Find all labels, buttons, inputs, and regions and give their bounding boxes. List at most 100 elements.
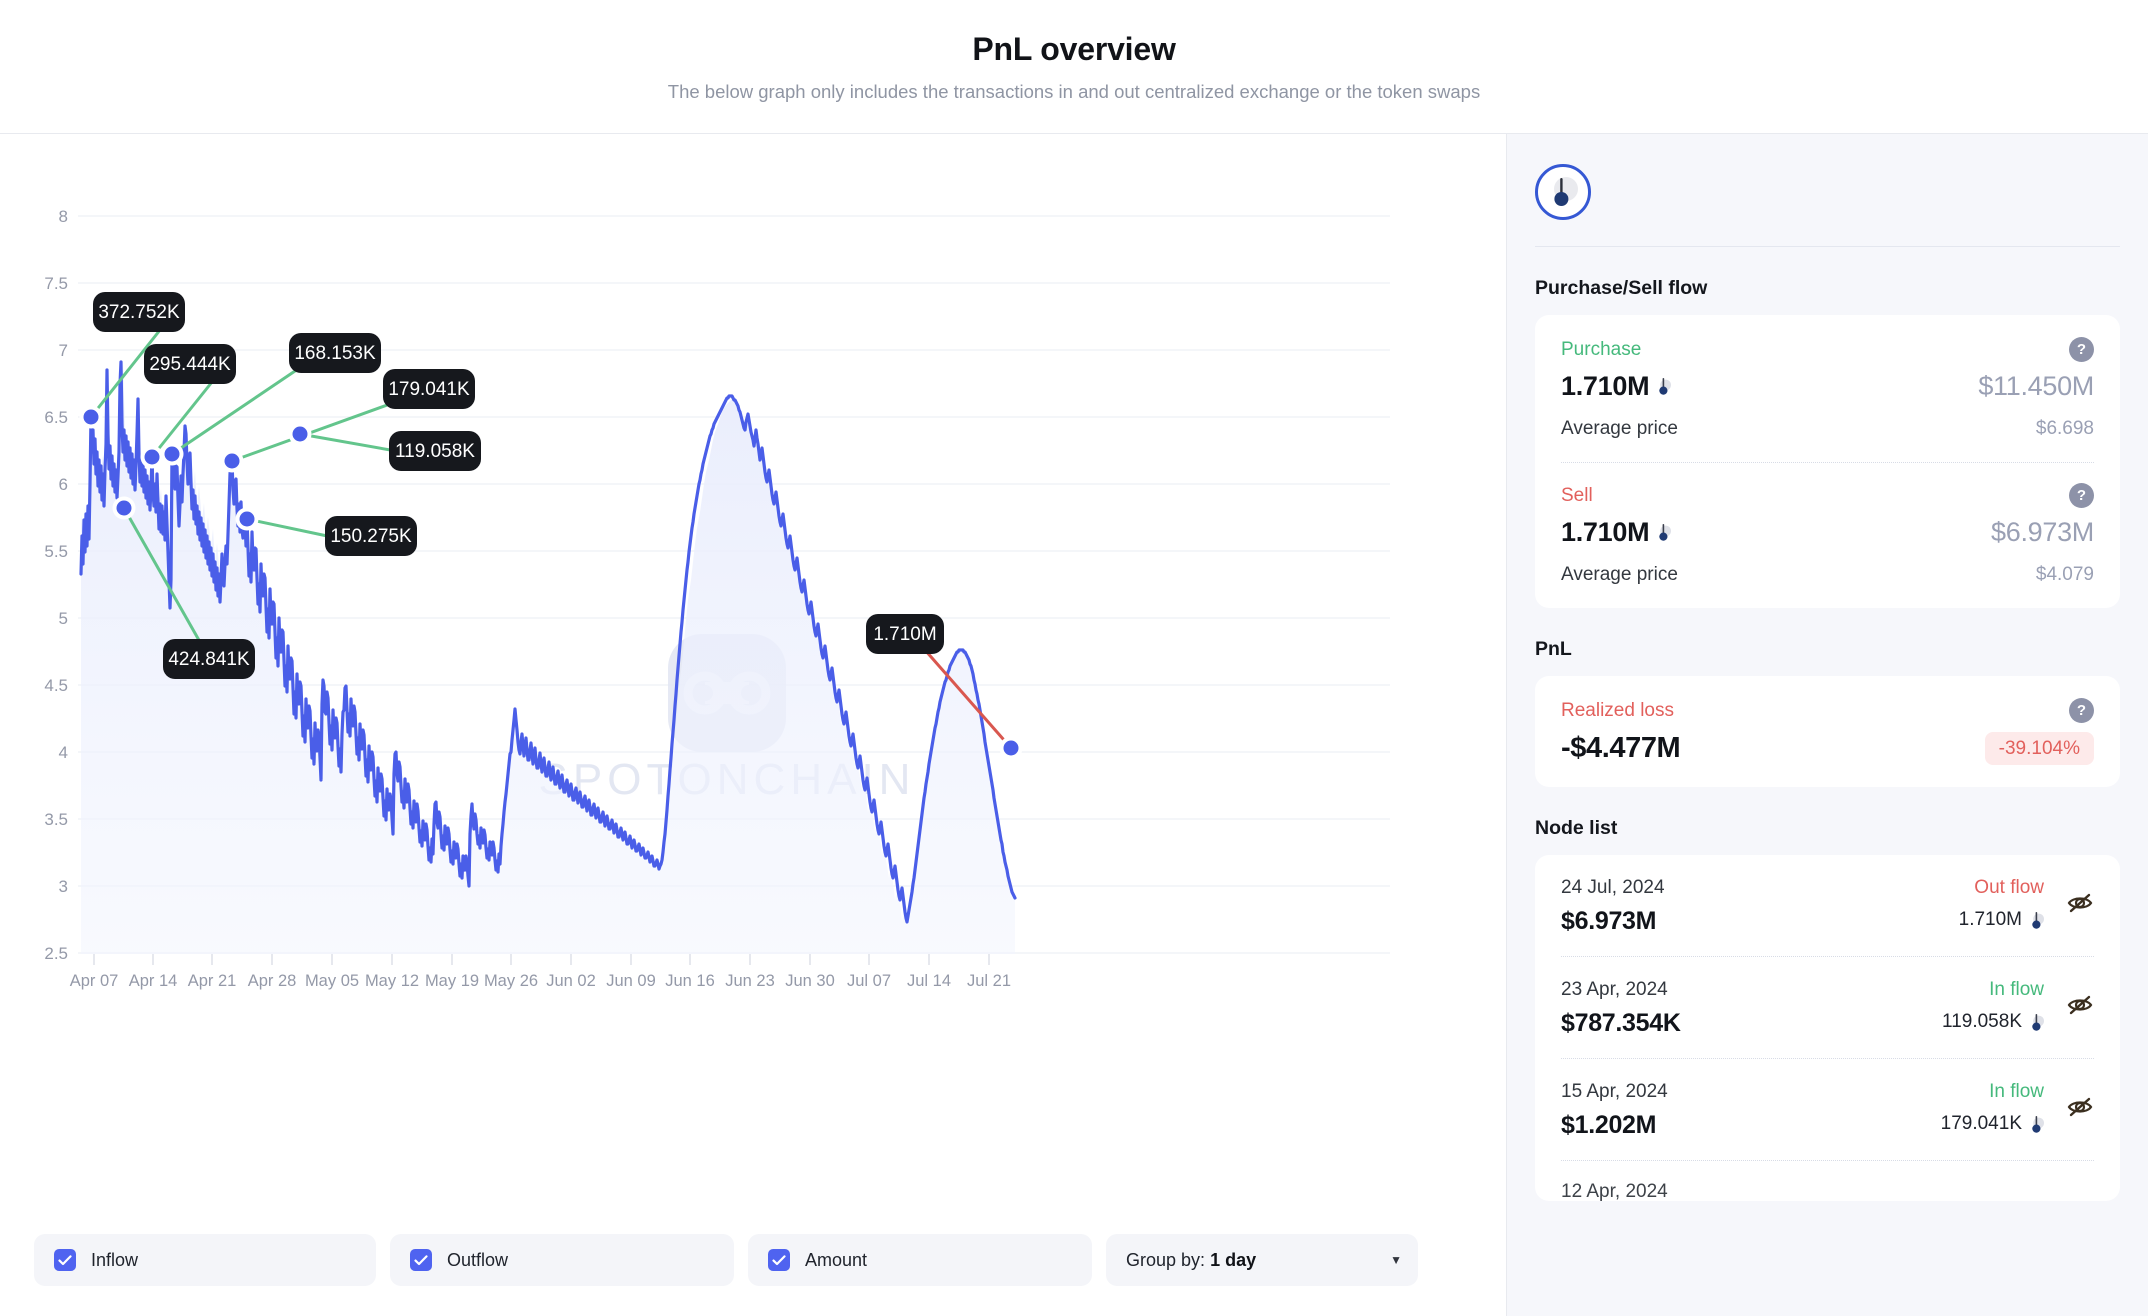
inflow-label: Inflow — [91, 1249, 139, 1270]
group-by-dropdown[interactable]: Group by: 1 day ▼ — [1106, 1234, 1418, 1286]
node-list-title: Node list — [1535, 817, 1618, 839]
purchase-block: Purchase ? 1.710M $11.450M Average price… — [1561, 337, 2094, 440]
inflow-toggle[interactable]: Inflow — [34, 1234, 376, 1286]
realized-loss-percent: -39.104% — [1984, 732, 2094, 765]
node-marker[interactable] — [239, 511, 255, 527]
purchase-help-icon[interactable]: ? — [2069, 337, 2094, 362]
y-tick: 8 — [59, 207, 68, 226]
token-pin-icon — [1554, 177, 1578, 206]
purchase-sell-card: Purchase ? 1.710M $11.450M Average price… — [1535, 315, 2120, 608]
node-list-item[interactable]: 23 Apr, 2024 $787.354K In flow 119.058K — [1561, 957, 2094, 1059]
y-tick: 3 — [59, 877, 68, 896]
callout-119058k[interactable]: 119.058K — [389, 431, 481, 471]
page-title: PnL overview — [972, 31, 1176, 68]
pnl-price-chart[interactable]: 8 7.5 7 6.5 6 5.5 5 4.5 4 3.5 3 2.5 Apr … — [0, 134, 1506, 1220]
pnl-help-icon[interactable]: ? — [2069, 698, 2094, 723]
callout-150275k[interactable]: 150.275K — [325, 516, 417, 556]
node-date: 12 Apr, 2024 — [1561, 1181, 1668, 1201]
sell-avg-label: Average price — [1561, 564, 1678, 585]
check-icon — [772, 1254, 786, 1265]
node-usd: $787.354K — [1561, 1009, 1681, 1037]
x-tick: Jun 16 — [665, 972, 715, 990]
node-marker[interactable] — [116, 500, 132, 516]
x-tick: Jun 09 — [606, 972, 656, 990]
token-pin-icon — [2032, 911, 2044, 929]
x-tick: Jul 14 — [907, 972, 951, 990]
sell-label: Sell — [1561, 484, 1593, 506]
node-list-item[interactable]: 24 Jul, 2024 $6.973M Out flow 1.710M — [1561, 855, 2094, 957]
flow-separator — [1561, 462, 2094, 463]
node-marker[interactable] — [1003, 740, 1019, 756]
y-tick: 7 — [59, 341, 68, 360]
page-header: PnL overview The below graph only includ… — [0, 0, 2148, 134]
node-list-item[interactable]: 15 Apr, 2024 $1.202M In flow 179.041K — [1561, 1059, 2094, 1161]
callout-label: 1.710M — [873, 624, 936, 645]
node-quantity: 1.710M — [1958, 909, 2022, 930]
callout-424841k[interactable]: 424.841K — [163, 639, 255, 679]
node-date: 24 Jul, 2024 — [1561, 877, 1665, 898]
token-pin-icon — [2032, 1013, 2044, 1031]
callout-295444k[interactable]: 295.444K — [144, 344, 236, 384]
callout-label: 119.058K — [395, 441, 475, 462]
pnl-card: Realized loss ? -$4.477M -39.104% — [1535, 676, 2120, 787]
node-marker[interactable] — [144, 449, 160, 465]
chevron-down-icon[interactable]: ▼ — [1390, 1254, 1402, 1266]
node-date: 23 Apr, 2024 — [1561, 979, 1668, 1000]
amount-label: Amount — [805, 1249, 868, 1270]
chart-controls: Inflow Outflow Amount Group by: 1 day ▼ — [0, 1220, 1506, 1316]
amount-checkbox[interactable] — [768, 1249, 790, 1271]
eye-off-icon[interactable] — [2066, 891, 2094, 920]
x-tick: Apr 14 — [129, 972, 178, 990]
y-tick: 5 — [59, 609, 68, 628]
node-marker[interactable] — [83, 409, 99, 425]
check-icon — [58, 1254, 72, 1265]
amount-toggle[interactable]: Amount — [748, 1234, 1092, 1286]
node-marker[interactable] — [224, 453, 240, 469]
x-tick: Apr 28 — [248, 972, 297, 990]
x-tick: Jun 30 — [785, 972, 835, 990]
token-icon-row — [1535, 164, 2120, 246]
outflow-toggle[interactable]: Outflow — [390, 1234, 734, 1286]
token-pin-icon — [1659, 524, 1672, 541]
callout-1710m[interactable]: 1.710M — [866, 614, 944, 654]
sell-usd: $6.973M — [1991, 517, 2094, 547]
chart-panel: 8 7.5 7 6.5 6 5.5 5 4.5 4 3.5 3 2.5 Apr … — [0, 134, 1506, 1316]
check-icon — [414, 1254, 428, 1265]
x-tick: Jul 21 — [967, 972, 1011, 990]
purchase-usd: $11.450M — [1978, 371, 2094, 401]
group-by-value: 1 day — [1210, 1249, 1257, 1270]
callout-372752k[interactable]: 372.752K — [93, 292, 185, 332]
x-axis-labels: Apr 07 Apr 14 Apr 21 Apr 28 May 05 May 1… — [70, 972, 1011, 990]
y-tick: 6 — [59, 475, 68, 494]
group-by-label: Group by: — [1126, 1249, 1206, 1270]
callout-label: 150.275K — [330, 526, 412, 547]
node-flow-direction: In flow — [1989, 979, 2044, 1000]
x-tick: Jul 07 — [847, 972, 891, 990]
y-axis-labels: 8 7.5 7 6.5 6 5.5 5 4.5 4 3.5 3 2.5 — [44, 207, 68, 963]
node-usd: $1.202M — [1561, 1111, 1657, 1139]
y-tick: 3.5 — [44, 810, 68, 829]
pnl-title: PnL — [1535, 638, 1572, 660]
eye-off-icon[interactable] — [2066, 993, 2094, 1022]
callout-179041k[interactable]: 179.041K — [383, 369, 475, 409]
sell-block: Sell ? 1.710M $6.973M Average price $4.0… — [1561, 483, 2094, 586]
purchase-sell-title: Purchase/Sell flow — [1535, 277, 1708, 299]
callout-label: 179.041K — [388, 379, 470, 400]
sell-amount: 1.710M — [1561, 517, 1650, 547]
purchase-amount: 1.710M — [1561, 371, 1650, 401]
node-marker[interactable] — [292, 426, 308, 442]
callout-label: 295.444K — [149, 354, 231, 375]
eye-off-icon[interactable] — [2066, 1095, 2094, 1124]
callout-168153k[interactable]: 168.153K — [289, 333, 381, 373]
x-tick: Apr 07 — [70, 972, 119, 990]
outflow-checkbox[interactable] — [410, 1249, 432, 1271]
token-circle-icon[interactable] — [1535, 164, 1591, 220]
inflow-checkbox[interactable] — [54, 1249, 76, 1271]
realized-loss-value: -$4.477M — [1561, 732, 1681, 764]
sell-help-icon[interactable]: ? — [2069, 483, 2094, 508]
node-quantity: 179.041K — [1940, 1113, 2022, 1134]
purchase-avg-value: $6.698 — [2035, 418, 2094, 439]
node-list-item[interactable]: 12 Apr, 2024 — [1561, 1161, 2094, 1201]
node-marker[interactable] — [164, 446, 180, 462]
node-list-card: 24 Jul, 2024 $6.973M Out flow 1.710M 23 … — [1535, 855, 2120, 1201]
